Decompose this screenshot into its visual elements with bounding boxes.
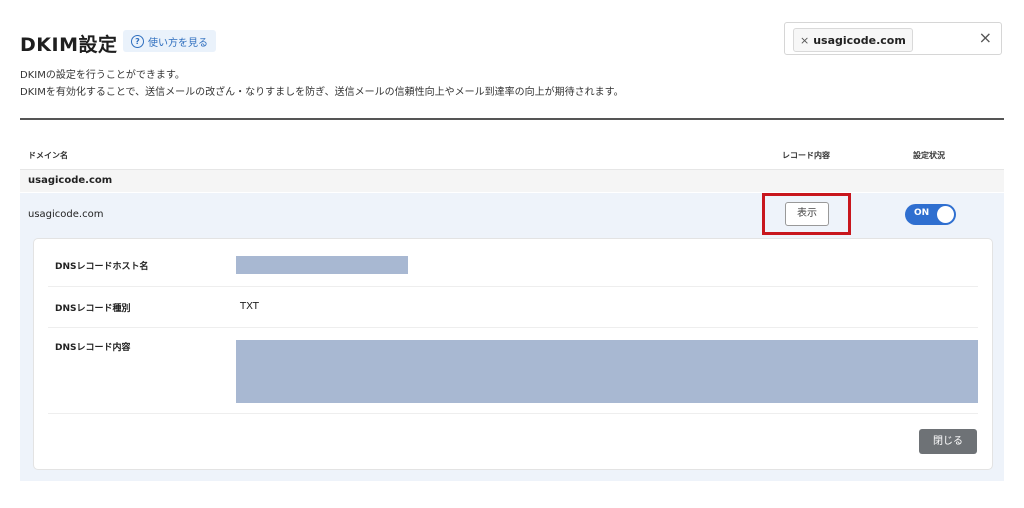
help-button[interactable]: ? 使い方を見る [123, 30, 216, 52]
record-details-panel: DNSレコードホスト名 DNSレコード種別 TXT DNSレコード内容 閉じる [33, 238, 993, 470]
domain-filter-select[interactable]: × usagicode.com × [784, 22, 1002, 55]
content-label: DNSレコード内容 [55, 343, 131, 353]
domain-group-row: usagicode.com [20, 170, 1004, 192]
page-description-line2: DKIMを有効化することで、送信メールの改ざん・なりすましを防ぎ、送信メールの信… [20, 87, 624, 98]
close-button[interactable]: 閉じる [919, 429, 977, 454]
table-row-expanded: usagicode.com 表示 ON DNSレコードホスト名 DNSレコード種… [20, 193, 1004, 481]
chip-remove-icon[interactable]: × [800, 34, 809, 47]
detail-row-content: DNSレコード内容 [48, 327, 978, 414]
toggle-knob [937, 206, 954, 223]
table-header: ドメイン名 レコード内容 設定状況 [20, 145, 1004, 170]
header-domain: ドメイン名 [28, 151, 68, 160]
header-record: レコード内容 [782, 151, 830, 160]
header-status: 設定状況 [913, 151, 945, 160]
help-button-label: 使い方を見る [148, 37, 208, 49]
host-label: DNSレコードホスト名 [55, 262, 149, 272]
type-label: DNSレコード種別 [55, 304, 131, 314]
type-value: TXT [240, 301, 259, 312]
domain-filter-chip-label: usagicode.com [813, 33, 906, 47]
question-circle-icon: ? [131, 34, 144, 48]
dkim-status-toggle[interactable]: ON [905, 204, 956, 225]
detail-row-type: DNSレコード種別 TXT [48, 286, 978, 328]
toggle-label: ON [914, 208, 930, 218]
content-value-redacted [236, 340, 978, 403]
host-value-redacted [236, 256, 408, 274]
page-description-line1: DKIMの設定を行うことができます。 [20, 70, 185, 81]
domain-group-label: usagicode.com [28, 175, 113, 186]
show-record-button[interactable]: 表示 [785, 202, 829, 226]
section-divider [20, 118, 1004, 120]
domain-filter-chip: × usagicode.com [793, 28, 913, 52]
clear-filter-icon[interactable]: × [979, 29, 992, 47]
row-domain-name: usagicode.com [28, 209, 104, 220]
detail-row-host: DNSレコードホスト名 [48, 239, 978, 287]
page-title: DKIM設定 [20, 34, 118, 56]
